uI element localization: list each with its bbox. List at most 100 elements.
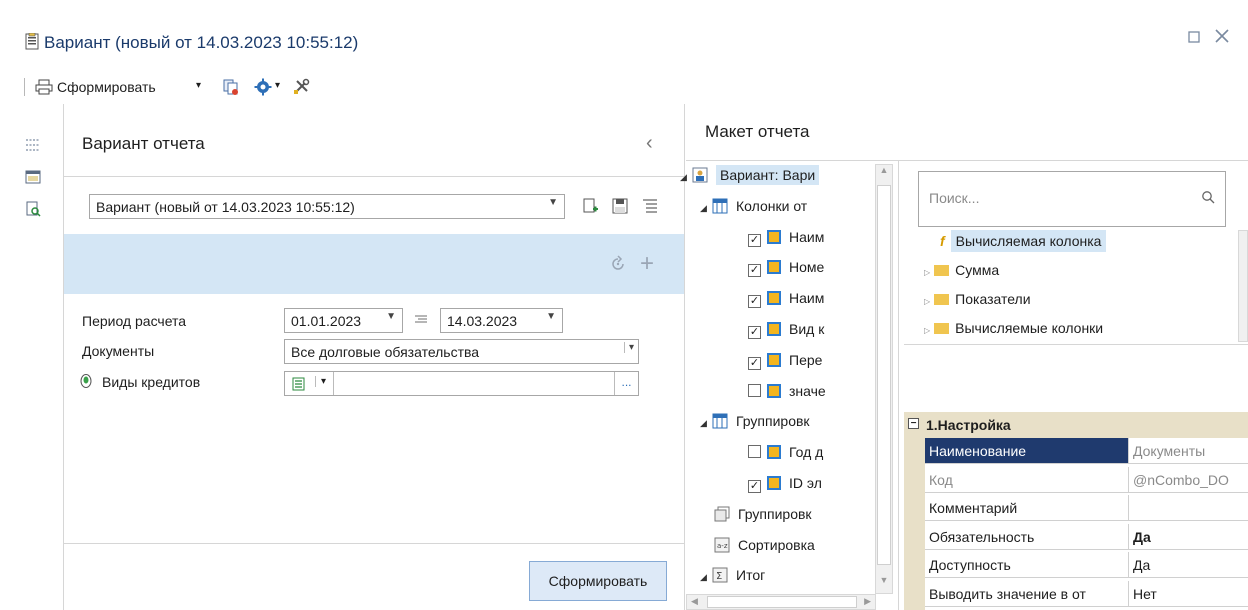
expand-arrow-icon[interactable]: ◢ (700, 418, 712, 429)
property-value[interactable]: Нет (1133, 586, 1247, 602)
expand-arrow-icon[interactable]: ◢ (680, 172, 692, 183)
checkbox[interactable]: ✓ (748, 264, 761, 278)
scroll-down-icon[interactable]: ▼ (876, 575, 892, 593)
property-value[interactable]: Документы (1133, 443, 1247, 459)
checkbox[interactable] (748, 445, 761, 459)
search-icon[interactable] (1201, 190, 1215, 204)
period-label: Период расчета (82, 313, 187, 329)
property-value[interactable]: @nCombo_DO (1133, 472, 1247, 488)
collapse-section-icon[interactable]: − (908, 418, 919, 429)
variant-list-icon[interactable] (642, 198, 658, 214)
tree-item[interactable]: ✓ Наим (748, 290, 825, 309)
variant-select[interactable]: Вариант (новый от 14.03.2023 10:55:12) ▼ (89, 194, 565, 219)
scroll-up-icon[interactable]: ▲ (876, 165, 892, 183)
field-item[interactable]: f Вычисляемая колонка (940, 230, 1107, 252)
tree-item[interactable]: Год д (748, 444, 823, 460)
property-row[interactable]: Обязательность Да (925, 523, 1248, 550)
tree-item[interactable]: Группировк (714, 506, 812, 522)
ellipsis-button[interactable]: ... (614, 372, 638, 395)
copy-report-icon[interactable] (222, 78, 240, 96)
new-variant-icon[interactable] (582, 198, 598, 216)
period-range-icon[interactable] (414, 312, 428, 326)
checkbox[interactable]: ✓ (748, 326, 761, 339)
column-icon (767, 229, 781, 244)
required-marker-icon (79, 373, 93, 389)
property-row[interactable]: Комментарий (925, 495, 1248, 522)
tree-item-label: Наим (789, 228, 825, 245)
expand-arrow-icon[interactable]: ▷ (924, 268, 930, 277)
collapse-left-icon[interactable]: ‹ (646, 132, 653, 155)
tree-item[interactable]: ✓ ID эл (748, 475, 822, 493)
property-row[interactable]: Доступность Да (925, 552, 1248, 579)
variant-panel-icon[interactable] (25, 169, 41, 185)
chevron-down-icon[interactable]: ▾ (196, 80, 201, 91)
folder-icon (934, 265, 950, 276)
property-value[interactable]: Да (1133, 529, 1247, 545)
report-preview-icon[interactable] (25, 201, 41, 217)
form-toolbar-button[interactable]: Сформировать (57, 79, 156, 95)
scroll-right-icon[interactable]: ▶ (864, 596, 871, 607)
group-icon (712, 198, 728, 214)
tree-item[interactable]: ◢ Колонки от (700, 198, 807, 214)
expand-arrow-icon[interactable]: ◢ (700, 203, 712, 214)
chevron-down-icon[interactable]: ▾ (315, 376, 326, 387)
tree-item[interactable]: ✓ Пере (748, 352, 822, 370)
tree-item[interactable]: значе (748, 383, 826, 399)
reset-icon[interactable] (609, 255, 627, 273)
expand-arrow-icon[interactable]: ▷ (924, 326, 930, 335)
checkbox[interactable]: ✓ (748, 233, 761, 247)
expand-arrow-icon[interactable]: ◢ (700, 572, 712, 583)
save-icon[interactable] (612, 198, 628, 214)
documents-select[interactable]: Все долговые обязательства ▾ (284, 339, 639, 364)
tree-item[interactable]: ✓ Вид к (748, 321, 824, 339)
fields-scrollbar[interactable] (1238, 230, 1248, 342)
printer-icon[interactable] (35, 79, 53, 95)
tree-item[interactable]: ✓ Наим (748, 229, 824, 247)
props-gutter (904, 438, 925, 610)
tools-icon[interactable] (292, 78, 310, 96)
expand-arrow-icon[interactable]: ▷ (924, 297, 930, 306)
close-icon[interactable] (1214, 28, 1230, 49)
property-name: Выводить значение в от (929, 586, 1086, 602)
checkbox[interactable]: ✓ (748, 295, 761, 309)
tree-item-label: Наим (789, 290, 825, 307)
tree-vertical-scrollbar[interactable]: ▲ ▼ (875, 164, 893, 594)
date-from-field[interactable]: 01.01.2023 ▼ (284, 308, 403, 333)
tree-item[interactable]: a-z Сортировка (714, 537, 815, 553)
settings-list-icon[interactable] (25, 137, 41, 153)
add-parameter-icon[interactable]: + (640, 250, 654, 278)
field-item[interactable]: ▷ Вычисляемые колонки (924, 320, 1103, 336)
form-button[interactable]: Сформировать (529, 561, 667, 601)
checkbox[interactable]: ✓ (748, 356, 761, 370)
scroll-thumb[interactable] (877, 185, 891, 565)
credit-types-field[interactable]: ▾ ... (284, 371, 639, 396)
sort-icon: a-z (714, 537, 730, 553)
chevron-down-icon: ▼ (546, 311, 556, 322)
checkbox[interactable]: ✓ (748, 480, 761, 493)
scroll-h-thumb[interactable] (707, 596, 857, 608)
search-input[interactable]: Поиск... (929, 190, 979, 206)
maximize-icon[interactable] (1188, 30, 1200, 48)
tree-item[interactable]: ◢ Группировк (700, 413, 810, 429)
field-item-label: Сумма (955, 262, 1000, 278)
property-row[interactable]: Код @nCombo_DO (925, 466, 1248, 493)
property-row[interactable]: Выводить значение в от Нет (925, 581, 1248, 607)
scroll-left-icon[interactable]: ◀ (691, 596, 698, 607)
tree-item[interactable]: ◢ Σ Итог (700, 567, 765, 583)
column-icon (767, 476, 781, 490)
fields-search-box[interactable]: Поиск... (918, 171, 1226, 227)
tree-item[interactable]: ✓ Номе (748, 259, 824, 278)
checkbox[interactable] (748, 383, 761, 397)
gear-icon[interactable] (254, 78, 272, 96)
tree-horizontal-scrollbar[interactable]: ◀ ▶ (686, 594, 876, 610)
tree-item-label: Пере (789, 351, 823, 368)
property-row[interactable]: Наименование Документы (925, 438, 1248, 464)
field-item[interactable]: ▷ Сумма (924, 262, 999, 278)
gear-chevron-down-icon[interactable]: ▾ (275, 80, 280, 91)
field-item[interactable]: ▷ Показатели (924, 291, 1031, 307)
list-select-icon[interactable] (291, 376, 307, 392)
props-section-header[interactable]: − 1.Настройка (904, 412, 1248, 438)
date-to-field[interactable]: 14.03.2023 ▼ (440, 308, 563, 333)
property-value[interactable]: Да (1133, 557, 1247, 573)
tree-item[interactable]: ◢ Вариант: Вари (680, 165, 820, 185)
